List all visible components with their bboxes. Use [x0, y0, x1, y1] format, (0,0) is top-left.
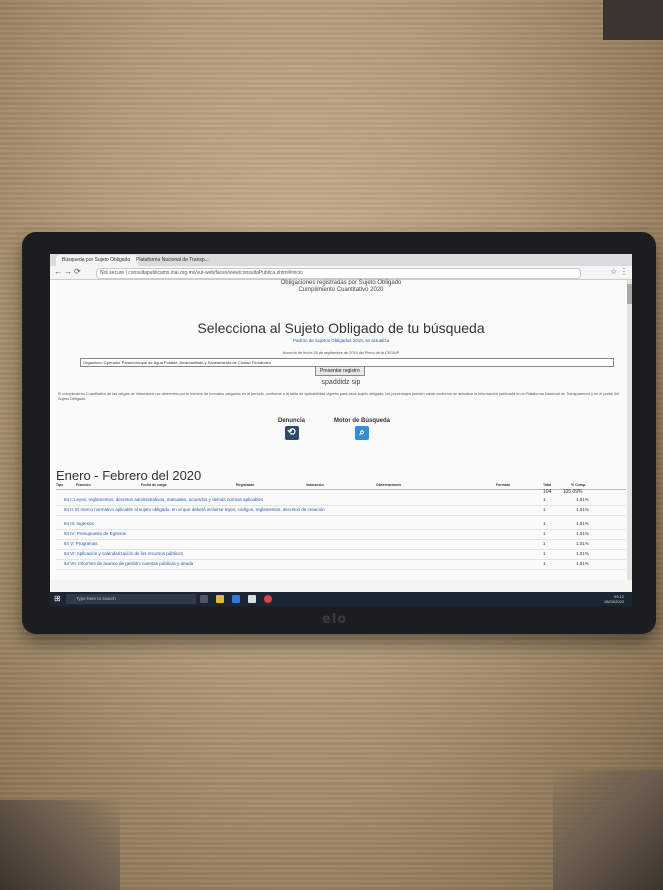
col-header: Valoración — [306, 483, 324, 487]
row-count: 1 — [543, 541, 546, 546]
present-button[interactable]: Presentar registro — [315, 366, 365, 376]
table-row[interactable]: 84 III: Ingresos 1 1.01% — [56, 520, 626, 530]
monitor-screen: Búsqueda por Sujeto Obligado Plataforma … — [50, 254, 632, 606]
subtitle-top: Obligaciones registradas por Sujeto Obli… — [280, 280, 402, 286]
table-header: Tipo Fracción Fecha de carga Registrado … — [56, 483, 626, 490]
col-header: % Cump. — [571, 483, 586, 487]
col-header: Fecha de carga — [141, 483, 167, 487]
tab-title: Plataforma Nacional de Transp... — [136, 257, 209, 263]
clock-date: 18/03/2020 — [603, 599, 624, 604]
browser-tab-bar: Búsqueda por Sujeto Obligado Plataforma … — [50, 254, 632, 266]
denuncia-label: Denuncia — [278, 418, 306, 424]
table-row[interactable]: 84 VII: Informes de avance de gestión, c… — [56, 560, 626, 570]
store-icon[interactable] — [248, 595, 256, 603]
col-header: Tipo — [56, 483, 64, 487]
row-percent: 1.01% — [576, 551, 589, 556]
row-percent: 1.01% — [576, 497, 589, 502]
web-page: Obligaciones registradas por Sujeto Obli… — [50, 280, 632, 580]
browser-tab-active[interactable]: Búsqueda por Sujeto Obligado — [56, 255, 138, 266]
row-text: 84 V: Programas — [64, 541, 98, 546]
background-corner — [603, 0, 663, 40]
total-count: 104 — [543, 489, 552, 495]
windows-taskbar: ⊞ Type here to search 09:12 18/03/2020 — [50, 592, 632, 606]
padron-link[interactable]: Padrón de Sujetos Obligados 2018, se act… — [50, 338, 632, 343]
row-percent: 1.01% — [576, 541, 589, 546]
row-text: 84 IV: Presupuesto de Egresos — [64, 531, 127, 536]
taskbar-search[interactable]: Type here to search — [66, 594, 196, 604]
chrome-icon[interactable] — [264, 595, 272, 603]
row-text: 84 VII: Informes de avance de gestión, c… — [64, 561, 194, 566]
col-header: Fracción — [76, 483, 91, 487]
page-title: Selecciona al Sujeto Obligado de tu búsq… — [197, 320, 485, 336]
row-count: 1 — [543, 531, 546, 536]
menu-icon[interactable]: ⋮ — [620, 267, 628, 276]
row-percent: 1.01% — [576, 507, 589, 512]
sipot-label: spaddidz sip — [321, 379, 361, 386]
totals: 104 105.09% — [543, 489, 582, 495]
col-header: Formato — [496, 483, 510, 487]
magnifier-icon: ⌕ — [355, 426, 369, 440]
row-percent: 1.01% — [576, 531, 589, 536]
task-view-icon[interactable] — [200, 595, 208, 603]
table-row[interactable]: 84 I: Leyes, reglamentos, decretos admin… — [56, 496, 626, 506]
row-count: 1 — [543, 561, 546, 566]
floor-shadow-right — [553, 770, 663, 890]
denuncia-tool[interactable]: Denuncia ⟲ — [278, 418, 305, 440]
scrollbar[interactable] — [627, 280, 632, 580]
row-percent: 1.01% — [576, 561, 589, 566]
tab-title: Búsqueda por Sujeto Obligado — [62, 257, 131, 263]
floor-shadow-left — [0, 800, 120, 890]
windows-start-icon[interactable]: ⊞ — [54, 594, 61, 603]
taskbar-clock: 09:12 18/03/2020 — [604, 594, 624, 604]
col-header: Total — [543, 483, 552, 487]
row-text: 84 I: Leyes, reglamentos, decretos admin… — [64, 497, 264, 502]
elo-logo: elo — [322, 612, 348, 627]
col-header: Observaciones — [376, 483, 402, 487]
row-count: 1 — [543, 507, 546, 512]
browser-tab[interactable]: Plataforma Nacional de Transp... — [130, 255, 237, 266]
star-icon[interactable]: ☆ — [610, 267, 617, 276]
address-bar[interactable]: Not secure | consultapublicamx.inai.org.… — [96, 268, 581, 279]
row-percent: 1.01% — [576, 521, 589, 526]
subtitle-year: Cumplimiento Cuantitativo 2020 — [298, 287, 384, 293]
period-heading: Enero - Febrero del 2020 — [56, 468, 202, 483]
file-explorer-icon[interactable] — [216, 595, 224, 603]
table-row[interactable]: 84 IV: Presupuesto de Egresos 1 1.01% — [56, 530, 626, 540]
row-count: 1 — [543, 551, 546, 556]
row-count: 1 — [543, 521, 546, 526]
select-note: Acuerdo de fecha 25 de septiembre de 201… — [282, 351, 400, 355]
row-text: 84 III: Ingresos — [64, 521, 94, 526]
search-engine-tool[interactable]: Motor de Búsqueda ⌕ — [334, 418, 390, 440]
browser-toolbar: ← → ⟳ Not secure | consultapublicamx.ina… — [50, 266, 632, 280]
edge-icon[interactable] — [232, 595, 240, 603]
touchscreen-monitor: Búsqueda por Sujeto Obligado Plataforma … — [22, 232, 656, 634]
row-text: 84 II: El marco normativo aplicable al s… — [64, 507, 325, 512]
table-row[interactable]: 84 VI: Aplicación y calendarización de l… — [56, 550, 626, 560]
col-header: Registrado — [236, 483, 255, 487]
table-row[interactable]: 84 V: Programas 1 1.01% — [56, 540, 626, 550]
forward-icon[interactable]: → — [64, 267, 72, 276]
row-text: 84 VI: Aplicación y calendarización de l… — [64, 551, 183, 556]
total-percent: 105.09% — [562, 489, 583, 495]
description-paragraph: El cumplimiento Cuantitativo de las carg… — [58, 392, 619, 401]
row-count: 1 — [543, 497, 546, 502]
refresh-icon: ⟲ — [284, 426, 299, 440]
search-engine-label: Motor de Búsqueda — [334, 418, 391, 424]
scroll-thumb[interactable] — [627, 284, 632, 304]
reload-icon[interactable]: ⟳ — [74, 267, 81, 276]
back-icon[interactable]: ← — [54, 267, 62, 276]
table-row[interactable]: 84 II: El marco normativo aplicable al s… — [56, 506, 626, 516]
